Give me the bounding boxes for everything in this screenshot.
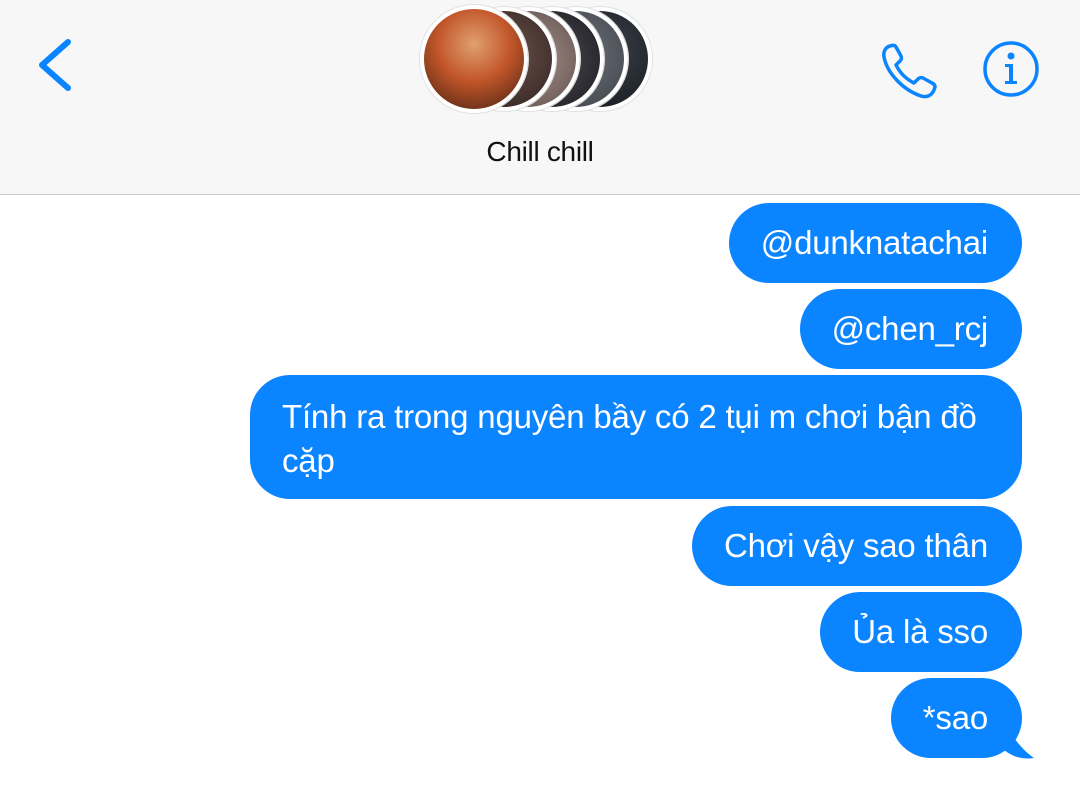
avatar xyxy=(420,5,528,113)
info-icon xyxy=(983,41,1039,97)
conversation-header: Chill chill xyxy=(0,0,1080,195)
message-text: @chen_rcj xyxy=(831,310,989,347)
message-bubble[interactable]: Chơi vậy sao thân xyxy=(691,506,1022,586)
phone-icon xyxy=(882,43,937,99)
message-bubble[interactable]: @dunknatachai xyxy=(728,203,1022,283)
message-text: Ủa là sso xyxy=(852,613,988,650)
bubble-tail xyxy=(1000,718,1034,759)
info-button[interactable] xyxy=(982,40,1040,98)
message-text: Tính ra trong nguyên bầy có 2 tụi m chơi… xyxy=(282,398,977,479)
call-button[interactable] xyxy=(876,38,942,104)
message-text: @dunknatachai xyxy=(760,224,988,261)
message-bubble[interactable]: @chen_rcj xyxy=(799,289,1022,369)
message-text: Chơi vậy sao thân xyxy=(723,527,988,564)
message-text: *sao xyxy=(922,699,988,736)
message-bubble[interactable]: Ủa là sso xyxy=(820,592,1022,672)
message-bubble[interactable]: Tính ra trong nguyên bầy có 2 tụi m chơi… xyxy=(250,375,1022,499)
group-name[interactable]: Chill chill xyxy=(0,136,1080,168)
